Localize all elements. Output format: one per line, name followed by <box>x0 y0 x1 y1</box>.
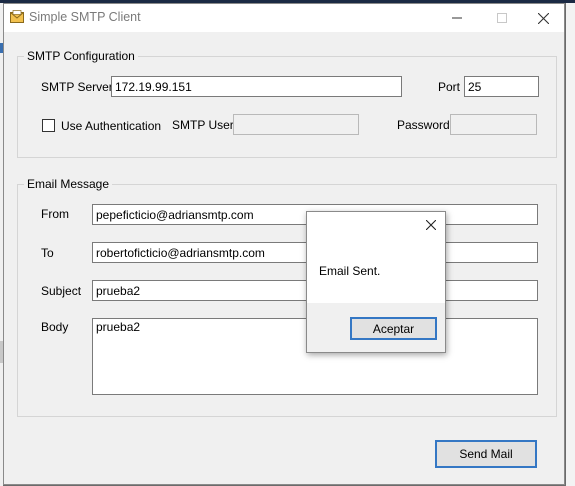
subject-label: Subject <box>41 284 82 298</box>
password-input[interactable] <box>450 114 537 135</box>
use-authentication-label[interactable]: Use Authentication <box>61 119 161 133</box>
to-label: To <box>41 246 54 260</box>
title-bar[interactable]: Simple SMTP Client <box>4 4 564 32</box>
smtp-client-window: Simple SMTP Client SMTP Configuration SM… <box>3 3 565 485</box>
aceptar-button[interactable]: Aceptar <box>350 317 437 340</box>
smtp-configuration-label: SMTP Configuration <box>24 49 138 63</box>
close-icon[interactable] <box>426 220 436 230</box>
from-label: From <box>41 207 69 221</box>
port-input[interactable] <box>464 76 539 97</box>
body-label: Body <box>41 320 69 334</box>
close-button[interactable] <box>520 4 566 32</box>
port-label: Port <box>438 80 461 94</box>
minimize-icon <box>452 17 462 19</box>
maximize-button[interactable] <box>479 4 525 32</box>
minimize-button[interactable] <box>434 4 480 32</box>
password-label: Password <box>397 118 450 132</box>
smtp-server-input[interactable] <box>111 76 402 97</box>
close-icon <box>537 12 549 24</box>
email-sent-dialog: Email Sent. Aceptar <box>306 211 446 353</box>
maximize-icon <box>497 13 507 23</box>
envelope-icon <box>10 10 24 23</box>
window-title: Simple SMTP Client <box>29 10 141 24</box>
use-authentication-checkbox[interactable] <box>42 119 55 132</box>
dialog-footer: Aceptar <box>307 303 445 352</box>
send-mail-button[interactable]: Send Mail <box>435 440 537 468</box>
background-window-right <box>566 3 575 486</box>
email-message-label: Email Message <box>24 177 113 191</box>
smtp-configuration-group: SMTP Configuration <box>17 49 557 158</box>
smtp-server-label: SMTP Server <box>41 80 113 94</box>
smtp-user-label: SMTP User <box>172 118 234 132</box>
smtp-user-input[interactable] <box>233 114 359 135</box>
dialog-message: Email Sent. <box>319 264 381 278</box>
